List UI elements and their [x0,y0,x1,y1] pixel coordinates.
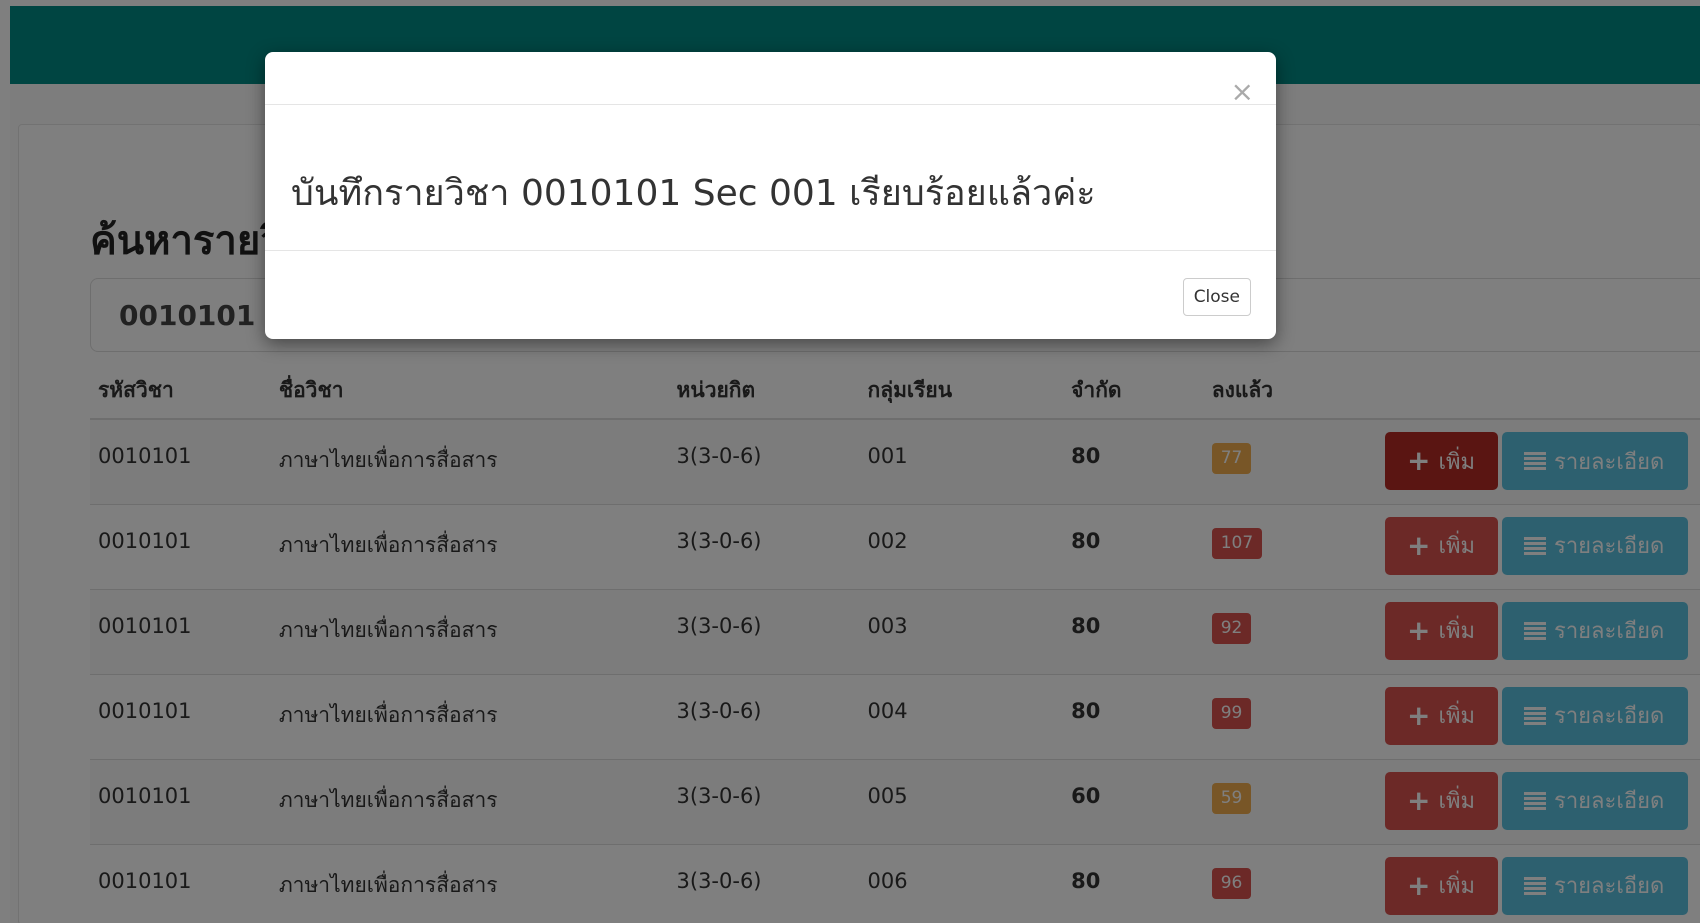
close-icon[interactable]: × [1231,78,1254,106]
screen: ค้นหารายวิชา รหัสวิชา ชื่อวิชา หน่วยกิต … [0,0,1700,923]
modal-header: × [265,52,1276,106]
success-modal: × บันทึกรายวิชา 0010101 Sec 001 เรียบร้อ… [265,52,1276,339]
modal-footer: Close [265,250,1276,340]
modal-message: บันทึกรายวิชา 0010101 Sec 001 เรียบร้อยแ… [291,173,1096,214]
close-button[interactable]: Close [1182,278,1251,316]
